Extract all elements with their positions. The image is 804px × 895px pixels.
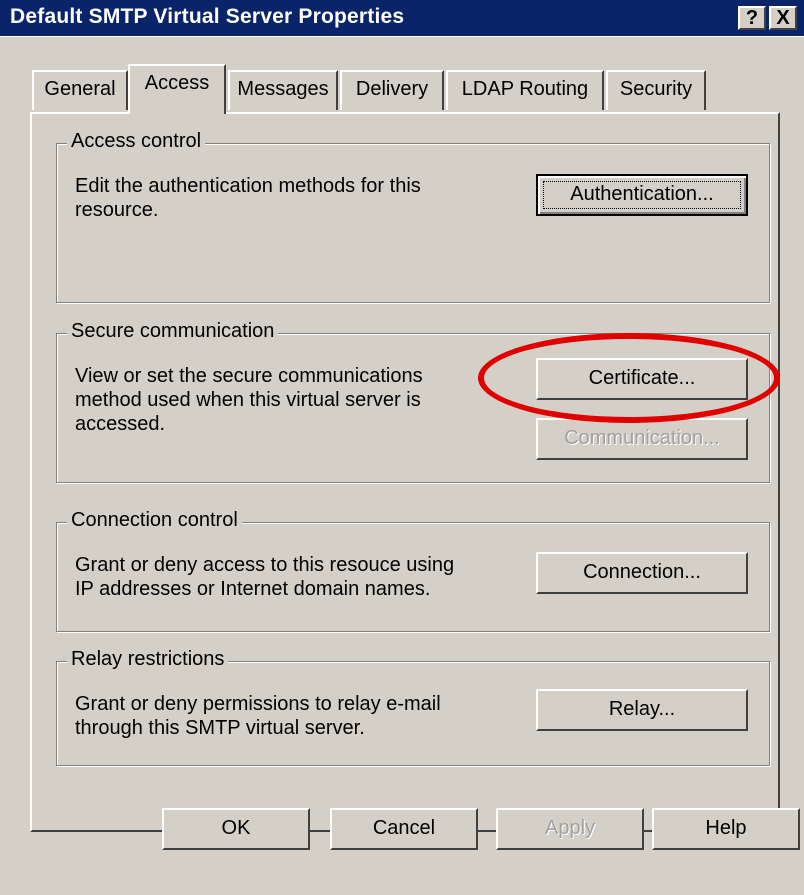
group-title: Connection control xyxy=(67,509,242,532)
cancel-button[interactable]: Cancel xyxy=(330,808,478,850)
tab-access[interactable]: Access xyxy=(128,64,226,114)
connection-button-label: Connection... xyxy=(583,561,701,583)
ok-button[interactable]: OK xyxy=(162,808,310,850)
certificate-button[interactable]: Certificate... xyxy=(536,358,748,400)
tab-delivery[interactable]: Delivery xyxy=(340,70,444,110)
certificate-button-label: Certificate... xyxy=(588,367,696,389)
tab-general[interactable]: General xyxy=(32,70,128,110)
cancel-button-label: Cancel xyxy=(372,817,436,839)
relay-button-label: Relay... xyxy=(608,698,676,720)
group-title: Relay restrictions xyxy=(67,648,229,671)
group-description: Grant or deny permissions to relay e-mai… xyxy=(75,693,441,739)
secure-communication-group: Secure communication View or set the sec… xyxy=(56,320,770,483)
group-description: View or set the secure communications me… xyxy=(75,365,423,435)
help-button-label: Help xyxy=(705,817,747,839)
group-title: Access control xyxy=(67,130,206,153)
tab-ldap-routing[interactable]: LDAP Routing xyxy=(446,70,604,110)
apply-button-label: Apply xyxy=(544,817,596,839)
help-icon[interactable]: ? xyxy=(738,6,766,30)
apply-button[interactable]: Apply xyxy=(496,808,644,850)
help-button[interactable]: Help xyxy=(652,808,800,850)
connection-button[interactable]: Connection... xyxy=(536,552,748,594)
group-description: Grant or deny access to this resouce usi… xyxy=(75,554,455,600)
group-description: Edit the authentication methods for this… xyxy=(75,175,421,221)
authentication-button-label: Authentication... xyxy=(570,183,714,205)
window-title: Default SMTP Virtual Server Properties xyxy=(10,5,405,28)
access-control-group: Access control Edit the authentication m… xyxy=(56,130,770,303)
communication-button-label: Communication... xyxy=(564,427,720,449)
group-title: Secure communication xyxy=(67,320,279,343)
relay-button[interactable]: Relay... xyxy=(536,689,748,731)
title-bar: Default SMTP Virtual Server Properties ?… xyxy=(0,0,804,37)
tab-security[interactable]: Security xyxy=(606,70,706,110)
tab-messages[interactable]: Messages xyxy=(228,70,338,110)
authentication-button[interactable]: Authentication... xyxy=(536,174,748,216)
ok-button-label: OK xyxy=(221,817,251,839)
close-icon[interactable]: X xyxy=(769,6,797,30)
communication-button[interactable]: Communication... xyxy=(536,418,748,460)
